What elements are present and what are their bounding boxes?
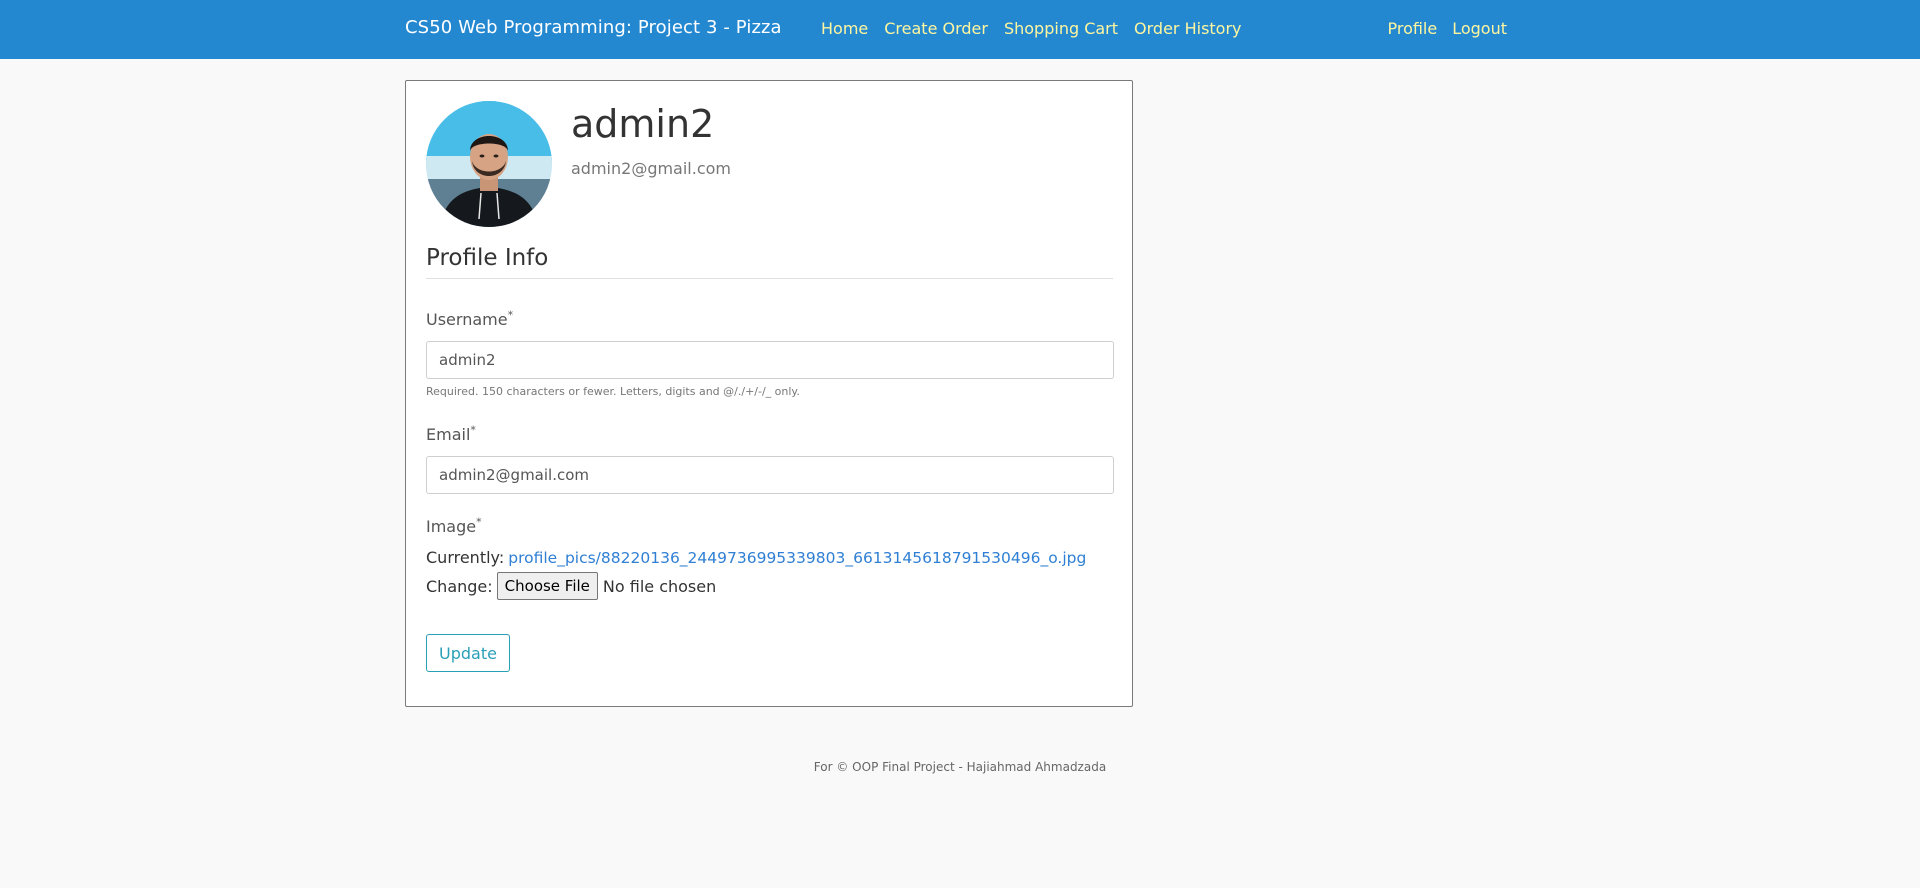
- nav-order-history-link[interactable]: Order History: [1134, 19, 1241, 38]
- image-label: Image*: [426, 515, 482, 536]
- email-label: Email*: [426, 423, 476, 444]
- nav-profile-link[interactable]: Profile: [1387, 19, 1437, 38]
- current-image-row: Currently: profile_pics/88220136_2449736…: [426, 548, 1086, 567]
- email-input[interactable]: [426, 456, 1114, 494]
- username-help-text: Required. 150 characters or fewer. Lette…: [426, 385, 800, 398]
- required-mark: *: [470, 423, 476, 437]
- top-navbar: CS50 Web Programming: Project 3 - Pizza …: [0, 0, 1920, 59]
- brand-link[interactable]: CS50 Web Programming: Project 3 - Pizza: [405, 17, 782, 38]
- username-input[interactable]: [426, 341, 1114, 379]
- change-label: Change:: [426, 576, 493, 596]
- profile-card: admin2 admin2@gmail.com Profile Info Use…: [405, 80, 1133, 707]
- required-mark: *: [507, 308, 514, 322]
- no-file-chosen-text: No file chosen: [602, 576, 717, 596]
- section-divider: [426, 278, 1113, 279]
- nav-logout-link[interactable]: Logout: [1452, 19, 1507, 38]
- nav-create-order-link[interactable]: Create Order: [884, 19, 988, 38]
- profile-username: admin2: [571, 102, 715, 146]
- update-button[interactable]: Update: [426, 634, 510, 672]
- current-image-link[interactable]: profile_pics/88220136_2449736995339803_6…: [508, 549, 1086, 567]
- choose-file-button[interactable]: Choose File: [496, 572, 598, 600]
- footer-text: For © OOP Final Project - Hajiahmad Ahma…: [813, 760, 1107, 774]
- user-photo-icon: [426, 101, 552, 227]
- profile-email: admin2@gmail.com: [571, 159, 732, 178]
- nav-shopping-cart-link[interactable]: Shopping Cart: [1004, 19, 1118, 38]
- username-label: Username*: [426, 308, 514, 329]
- required-mark: *: [476, 515, 482, 529]
- currently-label: Currently:: [426, 548, 505, 567]
- avatar: [426, 101, 552, 227]
- nav-home-link[interactable]: Home: [821, 19, 868, 38]
- account-nav: Profile Logout: [1387, 19, 1507, 38]
- section-title: Profile Info: [426, 245, 549, 271]
- change-image-row: Change: Choose File No file chosen: [426, 572, 716, 600]
- main-nav: Home Create Order Shopping Cart Order Hi…: [821, 19, 1242, 38]
